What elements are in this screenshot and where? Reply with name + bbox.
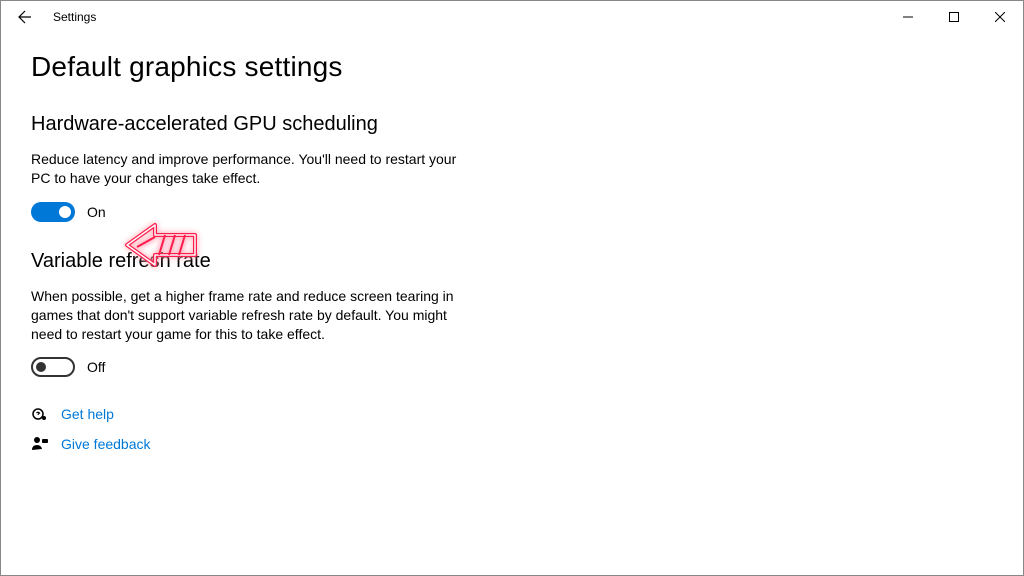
get-help-label: Get help [61, 406, 114, 422]
vrr-toggle[interactable] [31, 357, 75, 377]
close-button[interactable] [977, 1, 1023, 33]
feedback-icon [31, 435, 49, 453]
minimize-icon [903, 12, 913, 22]
content-area: Default graphics settings Hardware-accel… [1, 33, 1023, 483]
titlebar: Settings [1, 1, 1023, 33]
vrr-toggle-row: Off [31, 357, 993, 377]
gpu-scheduling-title: Hardware-accelerated GPU scheduling [31, 113, 993, 136]
maximize-button[interactable] [931, 1, 977, 33]
get-help-link[interactable]: Get help [31, 405, 993, 423]
gpu-scheduling-description: Reduce latency and improve performance. … [31, 150, 461, 188]
give-feedback-label: Give feedback [61, 436, 151, 452]
give-feedback-link[interactable]: Give feedback [31, 435, 993, 453]
arrow-left-icon [17, 9, 33, 25]
vrr-title: Variable refresh rate [31, 250, 993, 273]
minimize-button[interactable] [885, 1, 931, 33]
help-links: Get help Give feedback [31, 405, 993, 453]
vrr-toggle-label: Off [87, 359, 105, 375]
back-button[interactable] [9, 1, 41, 33]
vrr-description: When possible, get a higher frame rate a… [31, 287, 461, 344]
gpu-scheduling-toggle-label: On [87, 204, 106, 220]
window-controls [885, 1, 1023, 33]
gpu-scheduling-toggle[interactable] [31, 202, 75, 222]
close-icon [995, 12, 1005, 22]
gpu-scheduling-toggle-row: On [31, 202, 993, 222]
window-title: Settings [53, 10, 96, 24]
maximize-icon [949, 12, 959, 22]
help-icon [31, 405, 49, 423]
page-title: Default graphics settings [31, 51, 993, 83]
